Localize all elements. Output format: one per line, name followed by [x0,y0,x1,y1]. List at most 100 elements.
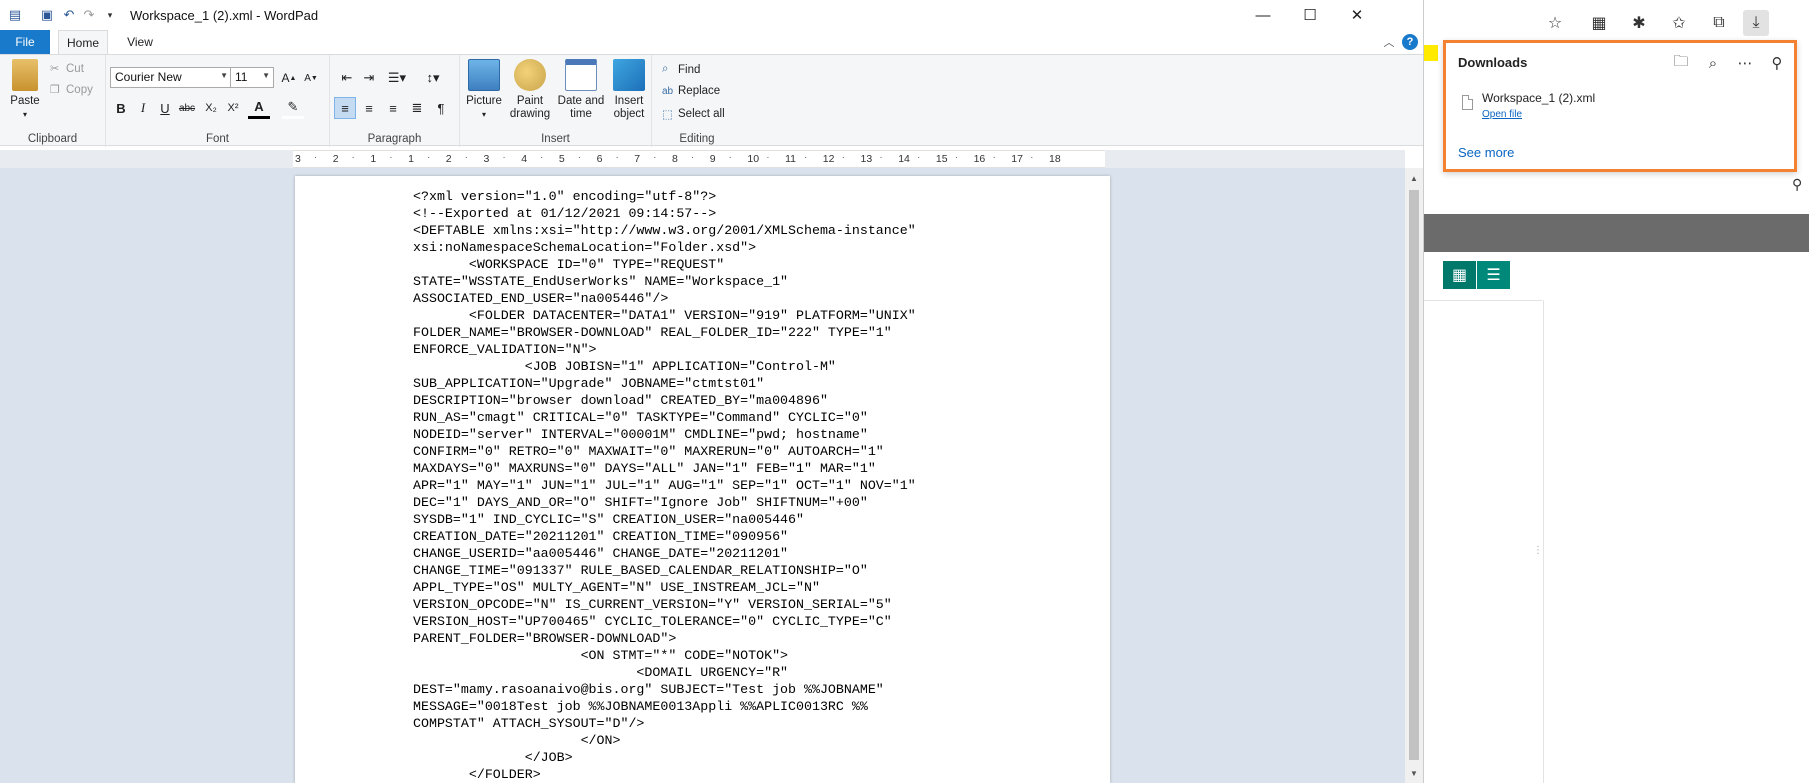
underline-button[interactable]: U [154,97,176,119]
browser-window: ☆ ▦ ✱ ✩ ⧉ ⤓ ⚲ ▦ ☰ ⋮ Downloads 🗀 ⌕ ⋯ ⚲ Wo… [1423,0,1809,783]
ruler-label: 7 [634,153,641,165]
subscript-button[interactable]: X₂ [200,97,222,119]
date-time-button[interactable]: Date and time [556,59,606,121]
ruler-label: 6 [596,153,603,165]
ruler-tick: · [502,152,506,163]
document-line: <WORKSPACE ID="0" TYPE="REQUEST" [413,257,725,272]
folder-icon[interactable]: 🗀 [1669,51,1693,75]
list-view-icon[interactable]: ☰ [1477,261,1510,289]
bold-button[interactable]: B [110,97,132,119]
document-line: CONFIRM="0" RETRO="0" MAXWAIT="0" MAXRER… [413,444,884,459]
scroll-down-icon[interactable]: ▼ [1405,765,1423,781]
align-right-icon[interactable]: ≡ [382,97,404,119]
text-color-button[interactable]: A [248,97,270,119]
download-file-name[interactable]: Workspace_1 (2).xml [1482,91,1595,105]
collapse-ribbon-icon[interactable]: ︿ [1381,34,1397,50]
document-line: MAXDAYS="0" MAXRUNS="0" DAYS="ALL" JAN="… [413,461,876,476]
bullets-icon[interactable]: ☰▾ [382,67,412,89]
paint-drawing-button[interactable]: Paint drawing [506,59,554,121]
tab-view[interactable]: View [115,30,165,54]
favorites-icon[interactable]: ✩ [1666,10,1692,36]
ruler-tick: · [954,152,959,163]
search-icon[interactable]: ⌕ [1701,51,1725,75]
ruler-label: 13 [860,153,873,165]
grow-font-icon[interactable]: A ▲ [278,67,300,89]
scrollbar-thumb[interactable] [1409,190,1419,760]
redo-icon[interactable]: ↷ [80,6,98,24]
tab-file[interactable]: File [0,30,50,54]
grid-view-icon[interactable]: ▦ [1443,261,1476,289]
align-left-icon[interactable]: ≡ [334,97,356,119]
document-line: CREATION_DATE="20211201" CREATION_TIME="… [413,529,789,544]
minimize-button[interactable]: — [1240,0,1286,30]
paste-button[interactable]: Paste ▾ [8,59,42,121]
ruler-tick: · [917,152,921,163]
superscript-button[interactable]: X² [222,97,244,119]
horizontal-ruler[interactable]: 3 · 2 · 1 · 1 · 2 · 3 · 4 · 5 · 6 · 7 · 8 · 9 · 10 · 11 · 12 · 13 · 14 · 1… [293,150,1105,168]
justify-icon[interactable]: ≣ [406,97,428,119]
tab-home[interactable]: Home [58,30,108,54]
document-line: APPL_TYPE="OS" MULTY_AGENT="N" USE_INSTR… [413,580,820,595]
document-page[interactable]: <?xml version="1.0" encoding="utf-8"?> <!… [295,176,1110,783]
paragraph-settings-icon[interactable]: ¶ [430,97,452,119]
ruler-tick: · [841,152,845,163]
close-button[interactable]: ✕ [1334,0,1380,30]
add-favorite-icon[interactable]: ☆ [1542,10,1568,36]
help-icon[interactable]: ? [1402,34,1418,50]
font-size-select[interactable]: 11 ▼ [230,67,274,88]
collections-icon[interactable]: ⧉ [1706,10,1732,36]
select-all-button[interactable]: ⬚ Select all [662,107,725,121]
cut-button[interactable]: ✂ Cut [50,62,84,76]
ruler-tick: · [351,152,355,163]
group-label: Clipboard [27,133,78,145]
align-center-icon[interactable]: ≡ [358,97,380,119]
save-icon[interactable]: ▣ [38,6,56,24]
line-spacing-icon[interactable]: ↕▾ [418,67,448,89]
extensions-puzzle-icon[interactable]: ✱ [1626,10,1652,36]
ruler-label: 14 [898,153,910,165]
ruler-label: 16 [973,153,986,165]
document-line: RUN_AS="cmagt" CRITICAL="0" TASKTYPE="Co… [413,410,868,425]
customize-toolbar-icon[interactable]: ▾ [101,6,119,24]
replace-button[interactable]: ab Replace [662,85,720,97]
window-title: Workspace_1 (2).xml - WordPad [130,8,319,23]
decrease-indent-icon[interactable]: ⇤ [336,67,358,89]
splitter-handle-icon[interactable]: ⋮ [1533,545,1543,556]
highlight-color-icon[interactable]: ✎ [282,97,304,119]
maximize-button[interactable]: ☐ [1287,0,1333,30]
scroll-up-icon[interactable]: ▲ [1405,170,1423,186]
extension-app-icon[interactable]: ▦ [1586,10,1612,36]
wordpad-app-icon[interactable]: ▤ [6,6,24,24]
italic-button[interactable]: I [132,97,154,119]
chevron-down-icon: ▼ [220,71,228,80]
undo-icon[interactable]: ↶ [60,6,78,24]
insert-object-button[interactable]: Insert object [608,59,650,121]
increase-indent-icon[interactable]: ⇥ [358,67,380,89]
ruler-tick: · [992,152,996,163]
group-label: Paragraph [367,133,422,145]
vertical-scrollbar[interactable]: ▲ ▼ [1405,168,1423,783]
paste-icon [12,59,38,91]
ruler-label: 4 [521,153,528,165]
copy-button[interactable]: ❐ Copy [50,83,93,97]
strikethrough-button[interactable]: abc [176,97,198,119]
find-button[interactable]: ⌕ Find [662,63,700,76]
more-options-icon[interactable]: ⋯ [1733,51,1757,75]
clipboard-group: Paste ▾ ✂ Cut ❐ Copy Clipboard [0,55,106,147]
search-icon[interactable]: ⚲ [1792,176,1802,193]
downloads-icon[interactable]: ⤓ [1743,10,1769,36]
document-line: SUB_APPLICATION="Upgrade" JOBNAME="ctmts… [413,376,765,391]
document-line: CHANGE_USERID="aa005446" CHANGE_DATE="20… [413,546,789,561]
group-label: Insert [541,133,570,145]
document-line: FOLDER_NAME="BROWSER-DOWNLOAD" REAL_FOLD… [413,325,892,340]
ruler-label: 8 [672,153,678,165]
shrink-font-icon[interactable]: A ▼ [300,67,322,89]
replace-icon: ab [662,85,674,97]
document-line: VERSION_HOST="UP700465" CYCLIC_TOLERANCE… [413,614,892,629]
insert-picture-button[interactable]: Picture ▾ [464,59,504,121]
font-family-select[interactable]: Courier New ▼ [110,67,232,88]
open-file-link[interactable]: Open file [1482,109,1522,120]
pin-icon[interactable]: ⚲ [1765,51,1789,75]
see-more-link[interactable]: See more [1458,145,1514,160]
document-text[interactable]: <?xml version="1.0" encoding="utf-8"?> <!… [413,188,916,783]
